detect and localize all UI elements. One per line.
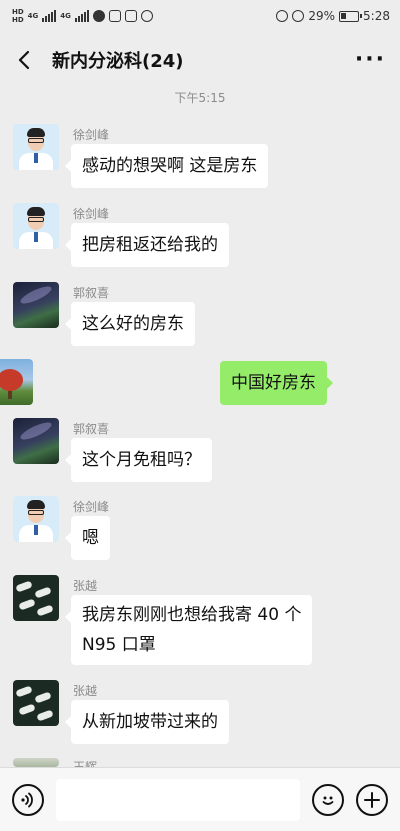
back-button[interactable] [14,50,34,70]
message-item: 徐剑峰 嗯 [0,496,400,560]
pills-avatar[interactable] [13,680,59,726]
clock: 5:28 [363,9,390,23]
status-bar: HD HD 4G 4G 29% 5:28 [0,0,400,32]
emoji-button[interactable] [312,783,344,816]
back-arrow-icon [18,50,30,70]
sender-name: 徐剑峰 [73,500,110,514]
chat-bubble-icon [92,10,105,22]
message-item-self: 中国好房东 [0,359,400,405]
battery-percent: 29% [308,9,336,23]
message-item: 徐剑峰 感动的想哭啊 这是房东 [0,124,400,188]
sender-name: 王辉 [73,760,98,767]
network-type-2: 4G [60,12,71,20]
message-item: 徐剑峰 把房租返还给我的 [0,203,400,267]
man-glasses-avatar[interactable] [13,124,59,170]
night-sky-avatar[interactable] [13,418,59,464]
chat-title: 新内分泌科(24) [52,51,184,72]
message-bubble[interactable]: 这个月免租吗？ [65,438,212,482]
grid-app-icon [124,10,137,22]
sender-name: 张越 [73,684,98,698]
message-input[interactable] [56,778,300,821]
chat-header: 新内分泌科(24) ··· [0,32,400,88]
voice-icon [21,792,33,807]
message-bubble[interactable]: 从新加坡带过来的 [65,700,229,744]
smiley-icon [322,796,334,805]
plus-icon [364,791,380,808]
network-type-1: 4G [27,12,39,20]
eye-comfort-icon [276,10,289,22]
message-bubble[interactable]: 把房租返还给我的 [65,223,229,267]
sender-name: 徐剑峰 [73,128,110,142]
message-timestamp: 下午5:15 [174,91,226,105]
pills-avatar[interactable] [13,575,59,621]
sender-name: 张越 [73,579,98,593]
more-options-button[interactable]: ··· [355,49,386,71]
alarm-icon [292,10,305,22]
battery-icon [339,10,363,22]
signal-icon-1 [42,10,57,22]
sender-name: 徐剑峰 [73,207,110,221]
partial-avatar[interactable] [13,758,59,767]
message-item: 张越 我房东刚刚也想给我寄 40 个 N95 口罩 [0,575,400,665]
browser-icon [140,10,153,22]
man-glasses-avatar[interactable] [13,203,59,249]
more-functions-button[interactable] [356,783,388,816]
status-right: 29% 5:28 [276,9,390,23]
message-bubble[interactable]: 嗯 [65,516,110,560]
sender-name: 郭叙喜 [73,422,110,436]
sender-name: 郭叙喜 [73,286,110,300]
message-text-line: 我房东刚刚也想给我寄 40 个 [82,605,302,625]
signal-icon-2 [74,10,89,22]
message-bubble-self[interactable]: 中国好房东 [220,361,333,405]
message-bubble[interactable]: 这么好的房东 [65,302,195,346]
message-bubble[interactable]: 我房东刚刚也想给我寄 40 个 N95 口罩 [64,595,313,665]
status-left: HD HD 4G 4G [12,8,153,24]
app-notification-icon [108,10,121,22]
hd-label-1: HD [12,8,24,16]
red-tree-avatar[interactable] [0,359,33,405]
message-text-line: N95 口罩 [82,635,156,655]
hd-label-2: HD [12,16,24,24]
input-bar [0,767,400,831]
man-glasses-avatar[interactable] [13,496,59,542]
message-bubble[interactable]: 感动的想哭啊 这是房东 [64,144,269,188]
hd-indicator: HD HD [12,8,24,24]
night-sky-avatar[interactable] [13,282,59,328]
message-item: 张越 从新加坡带过来的 [0,680,400,744]
voice-button[interactable] [12,783,44,816]
